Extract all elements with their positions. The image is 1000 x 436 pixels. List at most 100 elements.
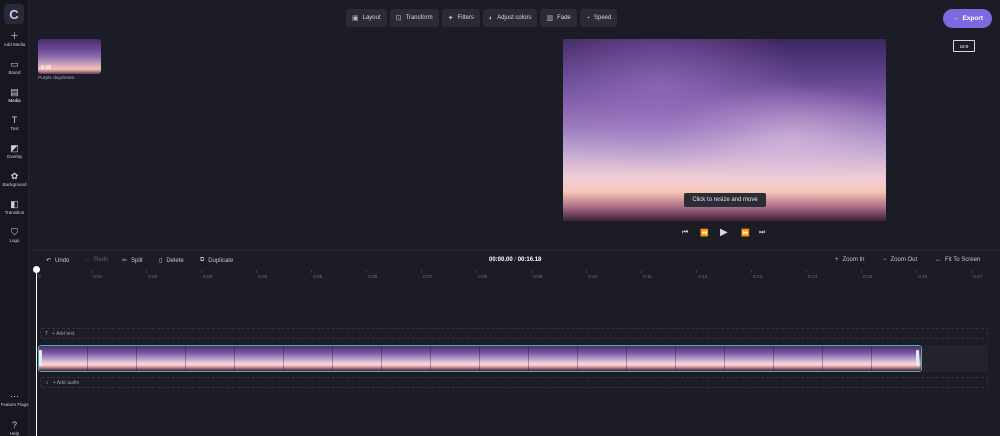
ruler-tick-label: 0:03 <box>203 275 213 280</box>
rewind-icon[interactable]: ⏪ <box>700 229 709 237</box>
clip-frame-thumbnail <box>725 346 774 371</box>
clip-trim-handle-left[interactable] <box>39 350 42 366</box>
adjust-colors-icon: ◐ <box>488 14 494 22</box>
ruler-tick-mark <box>971 270 972 273</box>
clip-frame-thumbnail <box>186 346 235 371</box>
add-audio-track[interactable]: ♫ + Add audio <box>40 377 988 388</box>
play-icon[interactable]: ▶ <box>720 227 728 238</box>
transform-icon: ⊡ <box>395 15 402 22</box>
arrow-right-icon: → <box>951 15 959 22</box>
fast-forward-icon[interactable]: ⏩ <box>741 229 750 237</box>
clip-trim-handle-right[interactable] <box>916 350 919 366</box>
clip-frame-thumbnail <box>333 346 382 371</box>
ruler-tick-mark <box>586 270 587 273</box>
skip-back-icon[interactable]: ⏮ <box>682 229 688 237</box>
app-logo[interactable]: C <box>4 4 24 24</box>
speed-button[interactable]: ◔ Speed <box>579 9 618 27</box>
ruler-tick-label: 0:17 <box>973 275 983 280</box>
left-sidebar: C ＋ Add Media ▭ Brand ▤ Media T Text ◩ O… <box>0 0 29 436</box>
sidebar-item-feature-flags[interactable]: ⋯ Feature Flags <box>0 391 29 407</box>
sidebar-item-text[interactable]: T Text <box>0 115 29 131</box>
ruler-tick-mark <box>751 270 752 273</box>
text-track-icon: T <box>45 330 49 337</box>
ruler-tick-mark <box>91 270 92 273</box>
current-time: 00:00.00 <box>489 257 513 263</box>
video-clip[interactable] <box>38 345 922 372</box>
skip-forward-icon[interactable]: ⏭ <box>759 229 765 237</box>
undo-button[interactable]: ↶ Undo <box>46 257 69 265</box>
clip-frame-thumbnail <box>137 346 186 371</box>
split-button[interactable]: ✂ Split <box>122 257 143 265</box>
ruler-tick-mark <box>476 270 477 273</box>
ruler-tick-label: 0:13 <box>753 275 763 280</box>
overlay-icon: ◩ <box>10 143 19 153</box>
music-note-icon: ♫ <box>45 379 49 386</box>
ruler-tick-mark <box>806 270 807 273</box>
layout-button[interactable]: ▣ Layout <box>346 9 387 27</box>
redo-button[interactable]: → Redo <box>84 257 108 263</box>
clip-frame-thumbnail <box>39 346 88 371</box>
fit-icon: ↔ <box>935 257 941 263</box>
playhead[interactable] <box>36 268 37 436</box>
ruler-tick-mark <box>531 270 532 273</box>
clip-frame-thumbnail <box>88 346 137 371</box>
resize-tooltip: Click to resize and move <box>684 193 766 207</box>
ruler-tick-label: 0:05 <box>313 275 323 280</box>
zoom-out-button[interactable]: − Zoom Out <box>883 257 917 263</box>
ruler-tick-label: 0:12 <box>698 275 708 280</box>
fit-to-screen-button[interactable]: ↔ Fit To Screen <box>935 257 980 263</box>
brand-kit-icon: ▭ <box>10 59 19 69</box>
aspect-ratio-button[interactable]: 16:9 <box>953 40 975 52</box>
ruler-tick-label: 0:16 <box>918 275 928 280</box>
timeline-ruler[interactable]: 0 0:01 0:02 0:03 0:04 0:05 0:06 0:07 0:08 0:09 0:1… <box>36 270 1000 284</box>
zoom-in-button[interactable]: + Zoom In <box>835 257 865 263</box>
sidebar-item-add-media[interactable]: ＋ Add Media <box>0 31 29 47</box>
timeline-toolbar: ↶ Undo → Redo ✂ Split ▯ Delete ⧉ Duplica… <box>30 250 1000 270</box>
redo-icon: → <box>84 257 90 263</box>
duplicate-button[interactable]: ⧉ Duplicate <box>200 257 233 264</box>
ruler-tick-mark <box>696 270 697 273</box>
ruler-tick-mark <box>421 270 422 273</box>
media-duration: 0:16 <box>41 65 52 71</box>
ruler-tick-label: 0:06 <box>368 275 378 280</box>
sidebar-item-logo[interactable]: ⛉ Logo <box>0 227 29 243</box>
sidebar-item-media[interactable]: ▤ Media <box>0 87 29 103</box>
delete-button[interactable]: ▯ Delete <box>159 257 184 265</box>
ruler-tick-label: 0 <box>38 275 41 280</box>
shield-icon: ⛉ <box>11 227 18 237</box>
help-icon: ? <box>11 420 17 430</box>
filters-button[interactable]: ✦ Filters <box>441 9 480 27</box>
ruler-tick-label: 0:14 <box>808 275 818 280</box>
filters-icon: ✦ <box>447 15 454 22</box>
clip-frame-thumbnail <box>676 346 725 371</box>
media-filename: Purple daydream <box>38 76 75 81</box>
sidebar-item-overlay[interactable]: ◩ Overlay <box>0 143 29 159</box>
sidebar-item-help[interactable]: ? Help <box>0 420 29 436</box>
fade-button[interactable]: ▥ Fade <box>540 9 577 27</box>
minus-icon: − <box>883 257 887 263</box>
playhead-handle[interactable] <box>33 266 40 273</box>
ruler-tick-mark <box>861 270 862 273</box>
ruler-tick-mark <box>641 270 642 273</box>
clip-frame-thumbnail <box>774 346 823 371</box>
ruler-tick-label: 0:15 <box>863 275 873 280</box>
ruler-tick-label: 0:04 <box>258 275 268 280</box>
background-icon: ✿ <box>10 171 19 181</box>
text-icon: T <box>11 115 18 125</box>
transform-button[interactable]: ⊡ Transform <box>389 9 439 27</box>
add-text-track[interactable]: T + Add text <box>40 328 988 339</box>
media-thumbnail[interactable]: 0:16 <box>38 39 101 74</box>
sidebar-item-brand[interactable]: ▭ Brand <box>0 59 29 75</box>
editor-window: C ＋ Add Media ▭ Brand ▤ Media T Text ◩ O… <box>0 0 1000 436</box>
clip-frame-thumbnail <box>872 346 921 371</box>
adjust-colors-button[interactable]: ◐ Adjust colors <box>482 9 538 27</box>
export-button[interactable]: → Export <box>943 9 992 28</box>
ruler-tick-mark <box>366 270 367 273</box>
clip-frame-thumbnail <box>480 346 529 371</box>
clip-frame-thumbnail <box>578 346 627 371</box>
sidebar-item-transition[interactable]: ◧ Transition <box>0 199 29 215</box>
ruler-tick-label: 0:08 <box>478 275 488 280</box>
trash-icon: ▯ <box>159 258 163 264</box>
sidebar-item-background[interactable]: ✿ Background <box>0 171 29 187</box>
plus-icon: ＋ <box>9 31 19 41</box>
